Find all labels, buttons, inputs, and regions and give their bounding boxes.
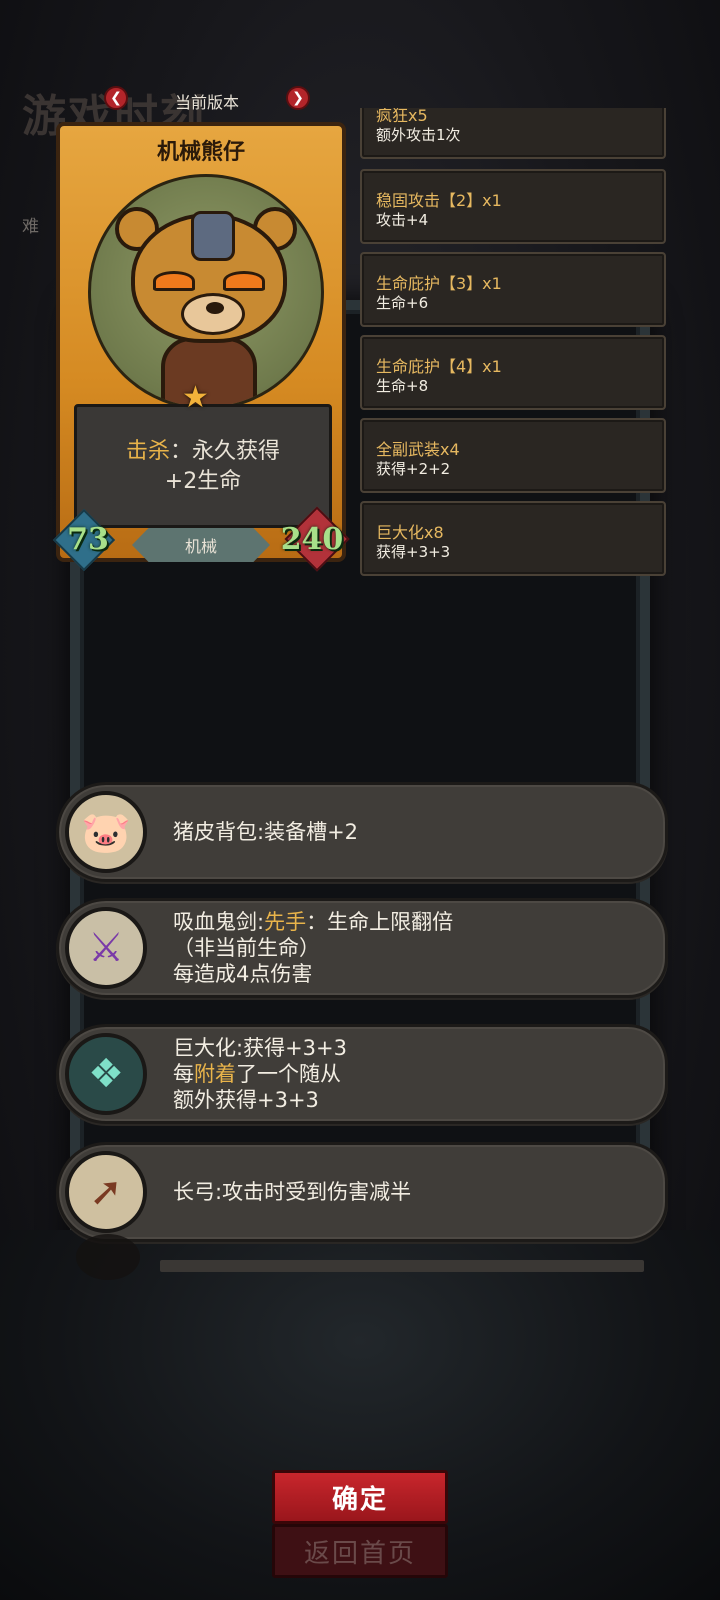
- health-value: 240: [280, 522, 344, 557]
- item-name: 吸血鬼剑:: [173, 910, 265, 934]
- item-row-pig-backpack[interactable]: 🐷 猪皮背包:装备槽+2: [56, 782, 668, 882]
- item-text: （非当前生命）: [173, 936, 320, 960]
- ability-text-line2: +2生命: [164, 469, 242, 494]
- bear-nose: [206, 302, 224, 314]
- horizontal-scrollbar[interactable]: [160, 1260, 644, 1272]
- buff-name: 生命庇护【4】x1: [376, 357, 502, 376]
- item-text: 巨大化:获得+3+3: [173, 1036, 347, 1060]
- item-text: ：生命上限翻倍: [306, 910, 454, 934]
- item-row-longbow[interactable]: ➚ 长弓:攻击时受到伤害减半: [56, 1142, 668, 1242]
- item-keyword: 先手: [264, 910, 307, 934]
- buff-item: 全副武装x4 获得+2+2: [360, 418, 666, 493]
- chevron-right-icon[interactable]: ❯: [286, 86, 310, 110]
- buff-name: 稳固攻击【2】x1: [376, 191, 502, 210]
- buff-item: 疯狂x5 额外攻击1次: [360, 108, 666, 159]
- ability-text-line1: ：永久获得: [170, 439, 281, 464]
- longbow-icon: ➚: [65, 1151, 147, 1233]
- vampire-sword-icon: ⚔: [65, 907, 147, 989]
- giant-claw-icon: ❖: [65, 1033, 147, 1115]
- buff-effect: 生命+6: [376, 294, 429, 312]
- chevron-left-icon[interactable]: ❮: [104, 86, 128, 110]
- buff-name: 全副武装x4: [376, 440, 460, 459]
- card-name: 机械熊仔: [156, 140, 245, 165]
- attack-value: 73: [67, 522, 109, 557]
- bear-muzzle: [181, 293, 245, 335]
- buff-list[interactable]: 疯狂x5 额外攻击1次 稳固攻击【2】x1 攻击+4 生命庇护【3】x1 生命+…: [360, 108, 666, 582]
- bear-head: [131, 211, 287, 343]
- buff-item: 巨大化x8 获得+3+3: [360, 501, 666, 576]
- bear-eye-left: [153, 271, 195, 291]
- bear-eye-right: [223, 271, 265, 291]
- background-subtitle: 难: [22, 217, 39, 237]
- pig-backpack-icon: 🐷: [65, 791, 147, 873]
- minion-card: 机械熊仔 击杀：永久获得 +2生命 ★ 73 机械 240: [52, 122, 350, 572]
- item-text: 长弓:攻击时受到伤害减半: [173, 1180, 412, 1204]
- bear-helmet: [191, 211, 235, 261]
- item-text: 每: [173, 1062, 194, 1086]
- bear-body: [161, 337, 257, 407]
- card-frame: 机械熊仔 击杀：永久获得 +2生命 ★: [56, 122, 346, 562]
- buff-effect: 获得+3+3: [376, 543, 451, 561]
- version-label: 当前版本: [174, 93, 239, 112]
- list-overflow-icon: [76, 1234, 140, 1280]
- buff-name: 巨大化x8: [376, 523, 444, 542]
- confirm-button[interactable]: 确定: [272, 1470, 448, 1524]
- item-text: 猪皮背包:装备槽+2: [173, 820, 359, 844]
- return-home-button[interactable]: 返回首页: [272, 1524, 448, 1578]
- star-icon: ★: [182, 380, 209, 415]
- buff-item: 生命庇护【4】x1 生命+8: [360, 335, 666, 410]
- item-keyword: 附着: [194, 1062, 236, 1086]
- buff-effect: 额外攻击1次: [376, 126, 461, 144]
- buff-item: 稳固攻击【2】x1 攻击+4: [360, 169, 666, 244]
- item-row-giant[interactable]: ❖ 巨大化:获得+3+3 每附着了一个随从 额外获得+3+3: [56, 1024, 668, 1124]
- item-text: 额外获得+3+3: [173, 1088, 319, 1112]
- bear-portrait-icon: [88, 174, 324, 410]
- buff-effect: 生命+8: [376, 377, 429, 395]
- ability-keyword: 击杀: [125, 439, 170, 464]
- buff-effect: 攻击+4: [376, 211, 429, 229]
- item-text: 每造成4点伤害: [173, 962, 313, 986]
- tribe-tag: 机械: [132, 528, 270, 562]
- buff-name: 生命庇护【3】x1: [376, 274, 502, 293]
- buff-effect: 获得+2+2: [376, 460, 451, 478]
- ability-description: 击杀：永久获得 +2生命: [74, 404, 332, 528]
- item-text: 了一个随从: [236, 1062, 341, 1086]
- buff-item: 生命庇护【3】x1 生命+6: [360, 252, 666, 327]
- version-switch: ❮ 当前版本 ❯: [104, 84, 310, 112]
- item-row-vampire-sword[interactable]: ⚔ 吸血鬼剑:先手：生命上限翻倍 （非当前生命） 每造成4点伤害: [56, 898, 668, 998]
